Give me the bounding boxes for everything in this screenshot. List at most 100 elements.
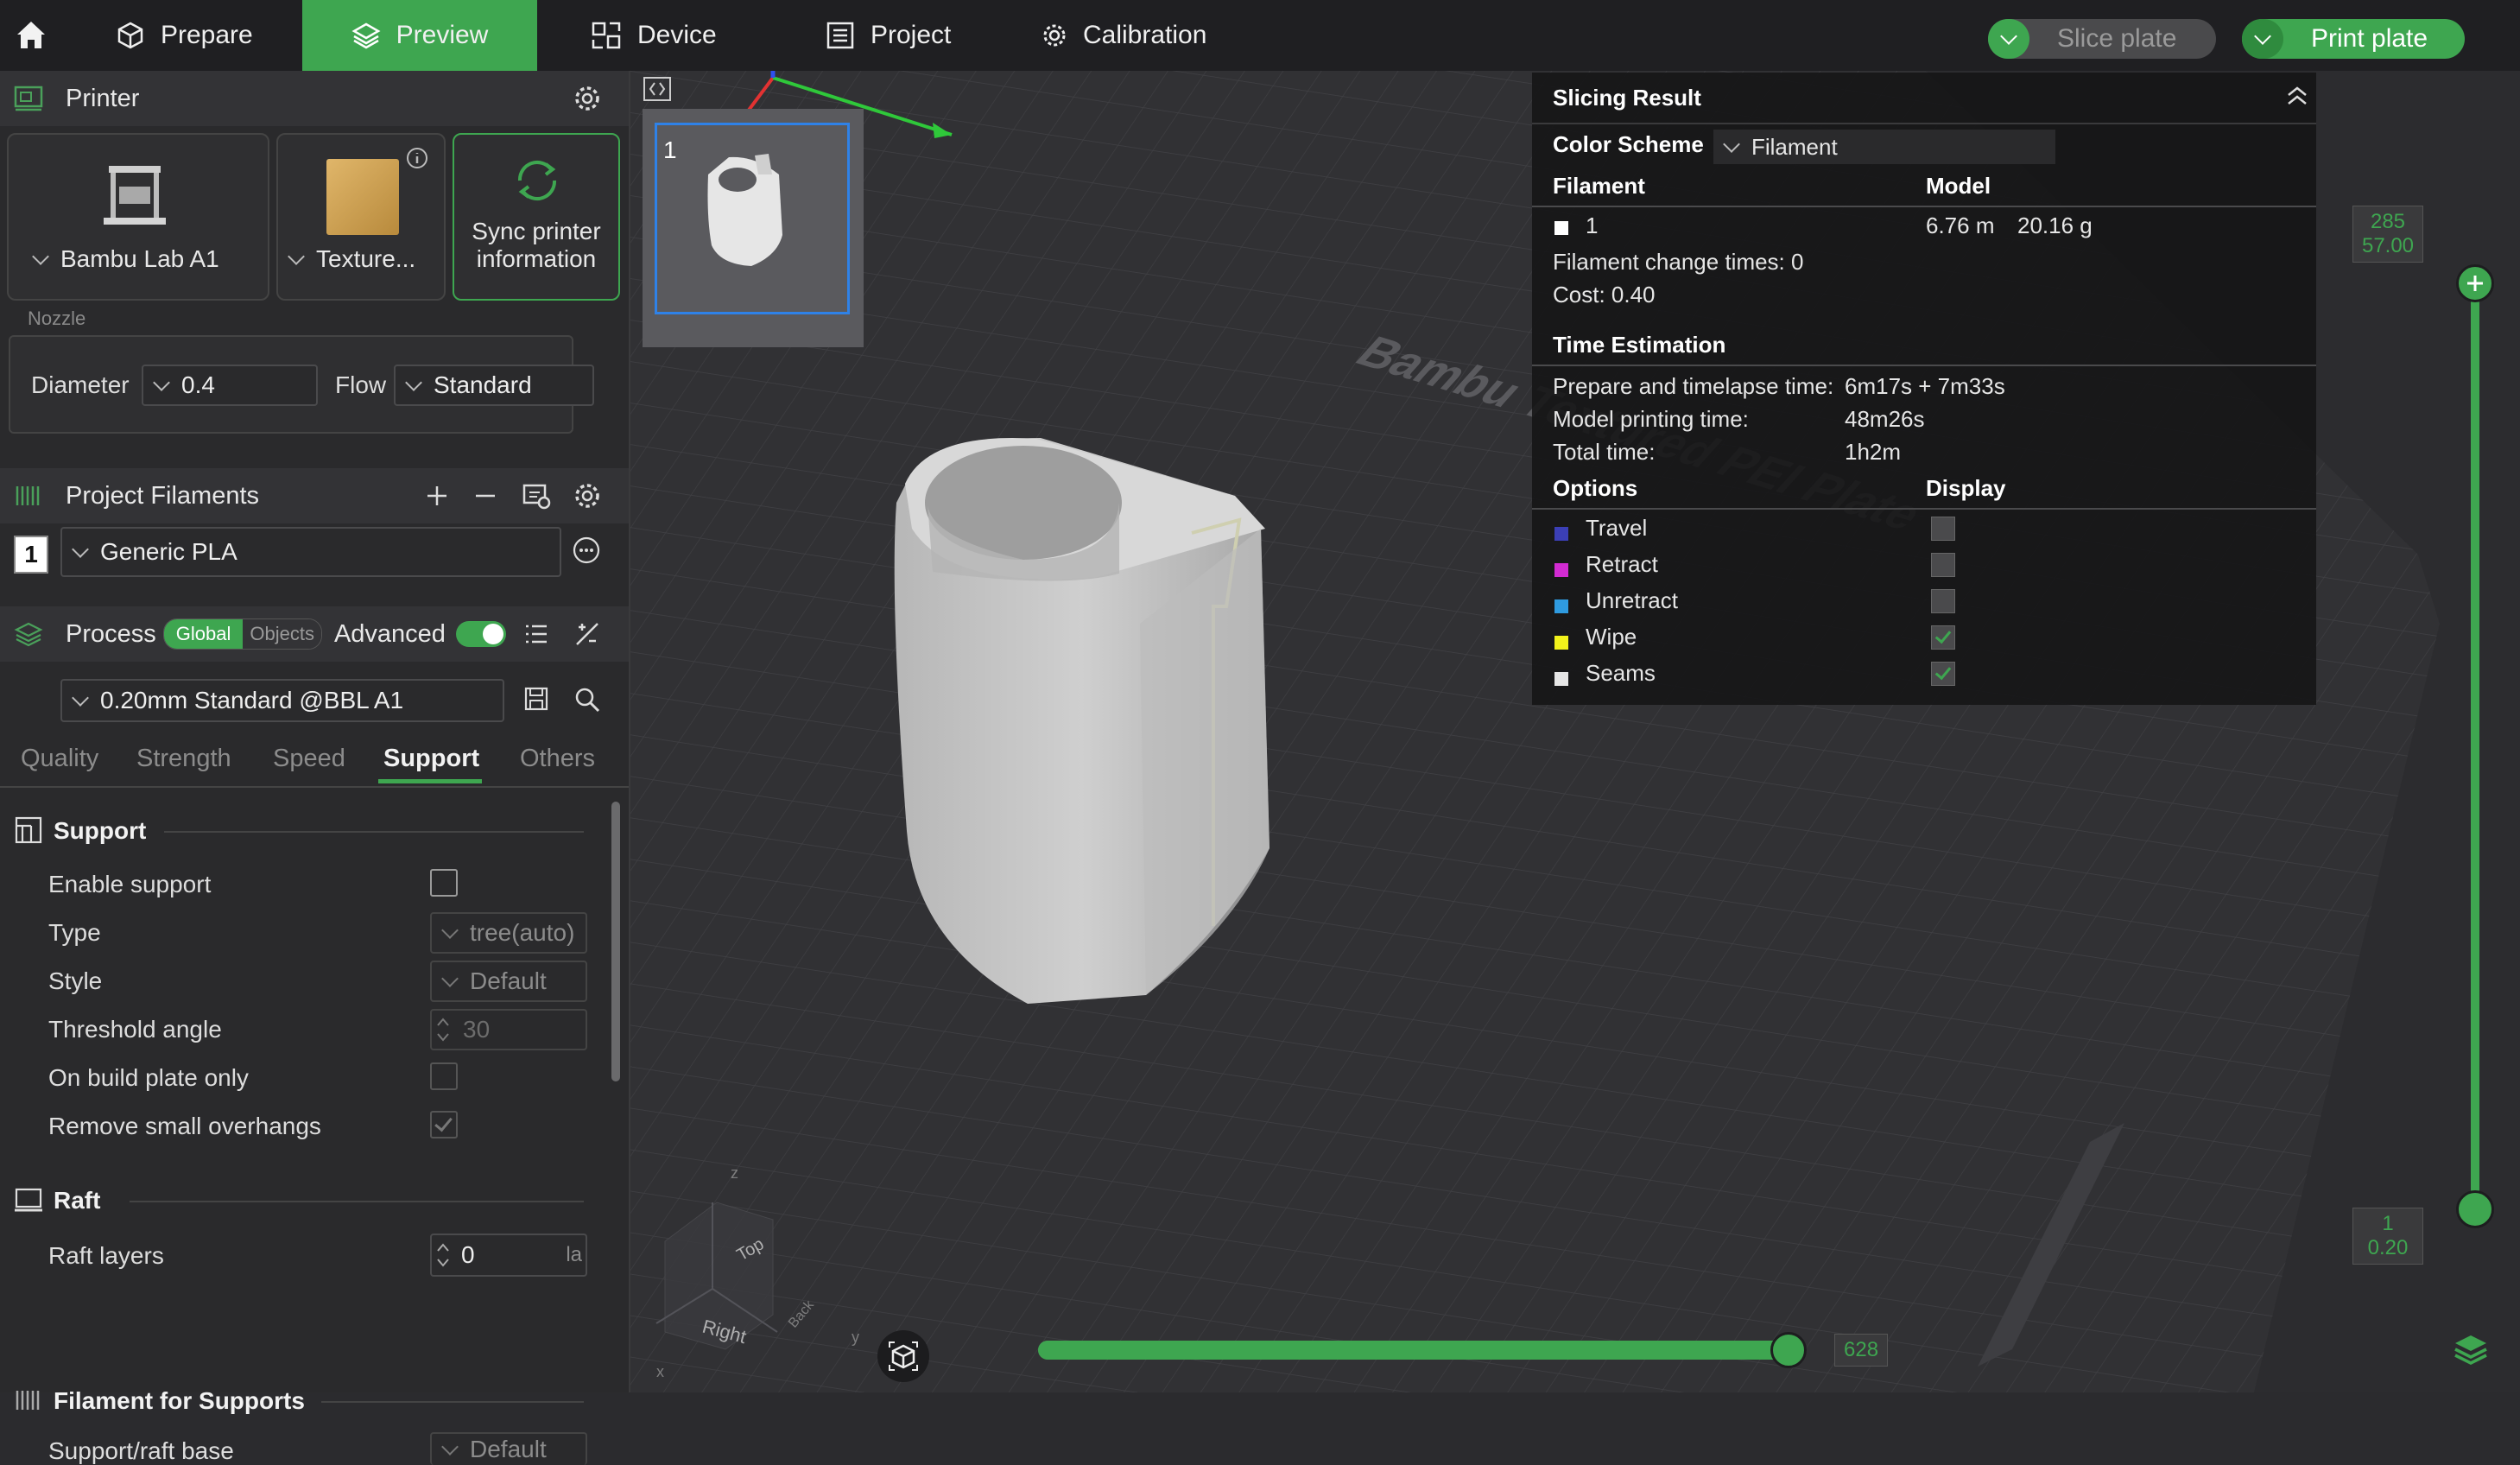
support-style-select[interactable]: Default: [430, 961, 587, 1002]
tab-project[interactable]: Project: [826, 0, 990, 71]
slice-dropdown-icon[interactable]: [1988, 19, 2029, 59]
device-icon: [592, 22, 621, 49]
print-dropdown-icon[interactable]: [2242, 19, 2283, 59]
sync-printer-button[interactable]: Sync printer information: [453, 133, 620, 301]
retract-display-checkbox[interactable]: [1931, 553, 1955, 577]
tab-prepare[interactable]: Prepare: [116, 0, 288, 71]
tab-calibration[interactable]: Calibration: [1042, 0, 1240, 71]
model-time-value: 48m26s: [1845, 406, 1925, 432]
print-plate-button[interactable]: Print plate: [2242, 19, 2465, 59]
support-type-label: Type: [48, 919, 101, 946]
print-plate-label: Print plate: [2311, 24, 2428, 53]
gear-icon: [1043, 24, 1066, 47]
collapse-sidebar-icon[interactable]: [643, 76, 672, 106]
threshold-angle-input[interactable]: 30: [430, 1009, 587, 1050]
plus-icon: [2467, 276, 2483, 291]
filament-name: Generic PLA: [100, 538, 237, 565]
collapse-icon[interactable]: [2285, 85, 2309, 107]
filament-index-swatch[interactable]: 1: [14, 536, 48, 574]
model-thumbnail-icon: [707, 154, 782, 266]
model-time-label: Model printing time:: [1553, 406, 1749, 432]
tab-strength[interactable]: Strength: [136, 745, 231, 773]
build-plate-only-label: On build plate only: [48, 1064, 249, 1091]
plate-type-card[interactable]: Texture...: [276, 133, 446, 301]
model-column-header: Model: [1926, 173, 1991, 199]
printed-model[interactable]: [894, 438, 1269, 1004]
support-icon: [15, 816, 42, 844]
printer-section-header: Printer: [0, 71, 629, 126]
document-icon: [826, 22, 854, 49]
remove-small-overhangs-label: Remove small overhangs: [48, 1113, 321, 1139]
scope-objects[interactable]: Objects: [243, 619, 321, 649]
search-icon[interactable]: [573, 686, 601, 713]
tab-others[interactable]: Others: [520, 745, 595, 773]
layer-bottom-handle[interactable]: [2456, 1190, 2494, 1228]
raft-title: Raft: [54, 1187, 101, 1214]
add-icon[interactable]: [425, 484, 449, 508]
home-icon[interactable]: [14, 17, 48, 56]
printer-model-card[interactable]: Bambu Lab A1: [7, 133, 269, 301]
retract-color-swatch: [1554, 563, 1568, 577]
tab-speed[interactable]: Speed: [273, 745, 345, 773]
flow-select[interactable]: Standard: [394, 365, 594, 406]
layer-bottom-height: 0.20: [2367, 1236, 2409, 1259]
filament-sync-icon[interactable]: [522, 482, 551, 510]
layer-slider-track[interactable]: [2471, 264, 2479, 1228]
color-scheme-label: Color Scheme: [1553, 131, 1704, 157]
support-base-select[interactable]: Default: [430, 1432, 587, 1465]
travel-display-checkbox[interactable]: [1931, 517, 1955, 541]
info-icon[interactable]: [406, 147, 428, 169]
filament-select[interactable]: Generic PLA: [60, 527, 561, 577]
more-options-icon[interactable]: [572, 536, 601, 565]
tab-prepare-label: Prepare: [161, 21, 253, 49]
advanced-toggle[interactable]: [455, 621, 506, 647]
total-time-label: Total time:: [1553, 439, 1656, 465]
process-preset-value: 0.20mm Standard @BBL A1: [100, 687, 404, 713]
stepper-icon[interactable]: [435, 1240, 451, 1270]
remove-small-overhangs-checkbox[interactable]: [430, 1111, 458, 1138]
filament-weight: 20.16 g: [2017, 212, 2093, 238]
slice-plate-button[interactable]: Slice plate: [1988, 19, 2216, 59]
wipe-display-checkbox[interactable]: [1931, 625, 1955, 650]
filament-column-header: Filament: [1553, 173, 1645, 199]
advanced-label: Advanced: [333, 619, 446, 648]
remove-icon[interactable]: [473, 484, 497, 508]
tab-preview[interactable]: Preview: [302, 0, 537, 71]
plate-thumbnail[interactable]: 1: [643, 109, 864, 347]
tab-device[interactable]: Device: [591, 0, 755, 71]
filament-settings-icon[interactable]: [573, 482, 601, 510]
scope-global[interactable]: Global: [163, 619, 244, 649]
stepper-icon[interactable]: [435, 1015, 451, 1044]
settings-gear-icon[interactable]: [573, 85, 601, 112]
build-plate-only-checkbox[interactable]: [430, 1062, 458, 1090]
filament-length: 6.76 m: [1926, 212, 1995, 238]
tab-support[interactable]: Support: [383, 745, 479, 773]
support-type-select[interactable]: tree(auto): [430, 912, 587, 954]
filaments-title: Project Filaments: [66, 481, 260, 510]
view-cube-y: y: [852, 1329, 859, 1346]
reset-view-button[interactable]: [877, 1330, 929, 1382]
settings-scrollbar[interactable]: [611, 802, 620, 1081]
unretract-display-checkbox[interactable]: [1931, 589, 1955, 613]
diameter-select[interactable]: 0.4: [142, 365, 318, 406]
tab-quality[interactable]: Quality: [21, 745, 98, 773]
layers-view-icon[interactable]: [2451, 1330, 2491, 1374]
raft-layers-label: Raft layers: [48, 1242, 164, 1269]
filament-supports-title: Filament for Supports: [54, 1387, 305, 1414]
scope-toggle[interactable]: Global Objects: [162, 618, 322, 650]
layer-slider-range: [2471, 283, 2479, 1209]
move-slider-track[interactable]: [1038, 1341, 1807, 1360]
filaments-section-header: Project Filaments: [0, 468, 629, 523]
move-slider-handle[interactable]: [1770, 1332, 1807, 1368]
color-scheme-select[interactable]: Filament: [1713, 130, 2055, 164]
list-icon[interactable]: [523, 622, 549, 646]
compare-icon[interactable]: [573, 620, 601, 648]
save-icon[interactable]: [523, 686, 549, 712]
layer-top-handle[interactable]: [2456, 264, 2494, 302]
seams-display-checkbox[interactable]: [1931, 662, 1955, 686]
raft-icon: [15, 1188, 42, 1212]
enable-support-checkbox[interactable]: [430, 869, 458, 897]
slice-plate-label: Slice plate: [2057, 24, 2177, 53]
process-preset-select[interactable]: 0.20mm Standard @BBL A1: [60, 679, 504, 722]
raft-layers-input[interactable]: 0 la: [430, 1234, 587, 1277]
